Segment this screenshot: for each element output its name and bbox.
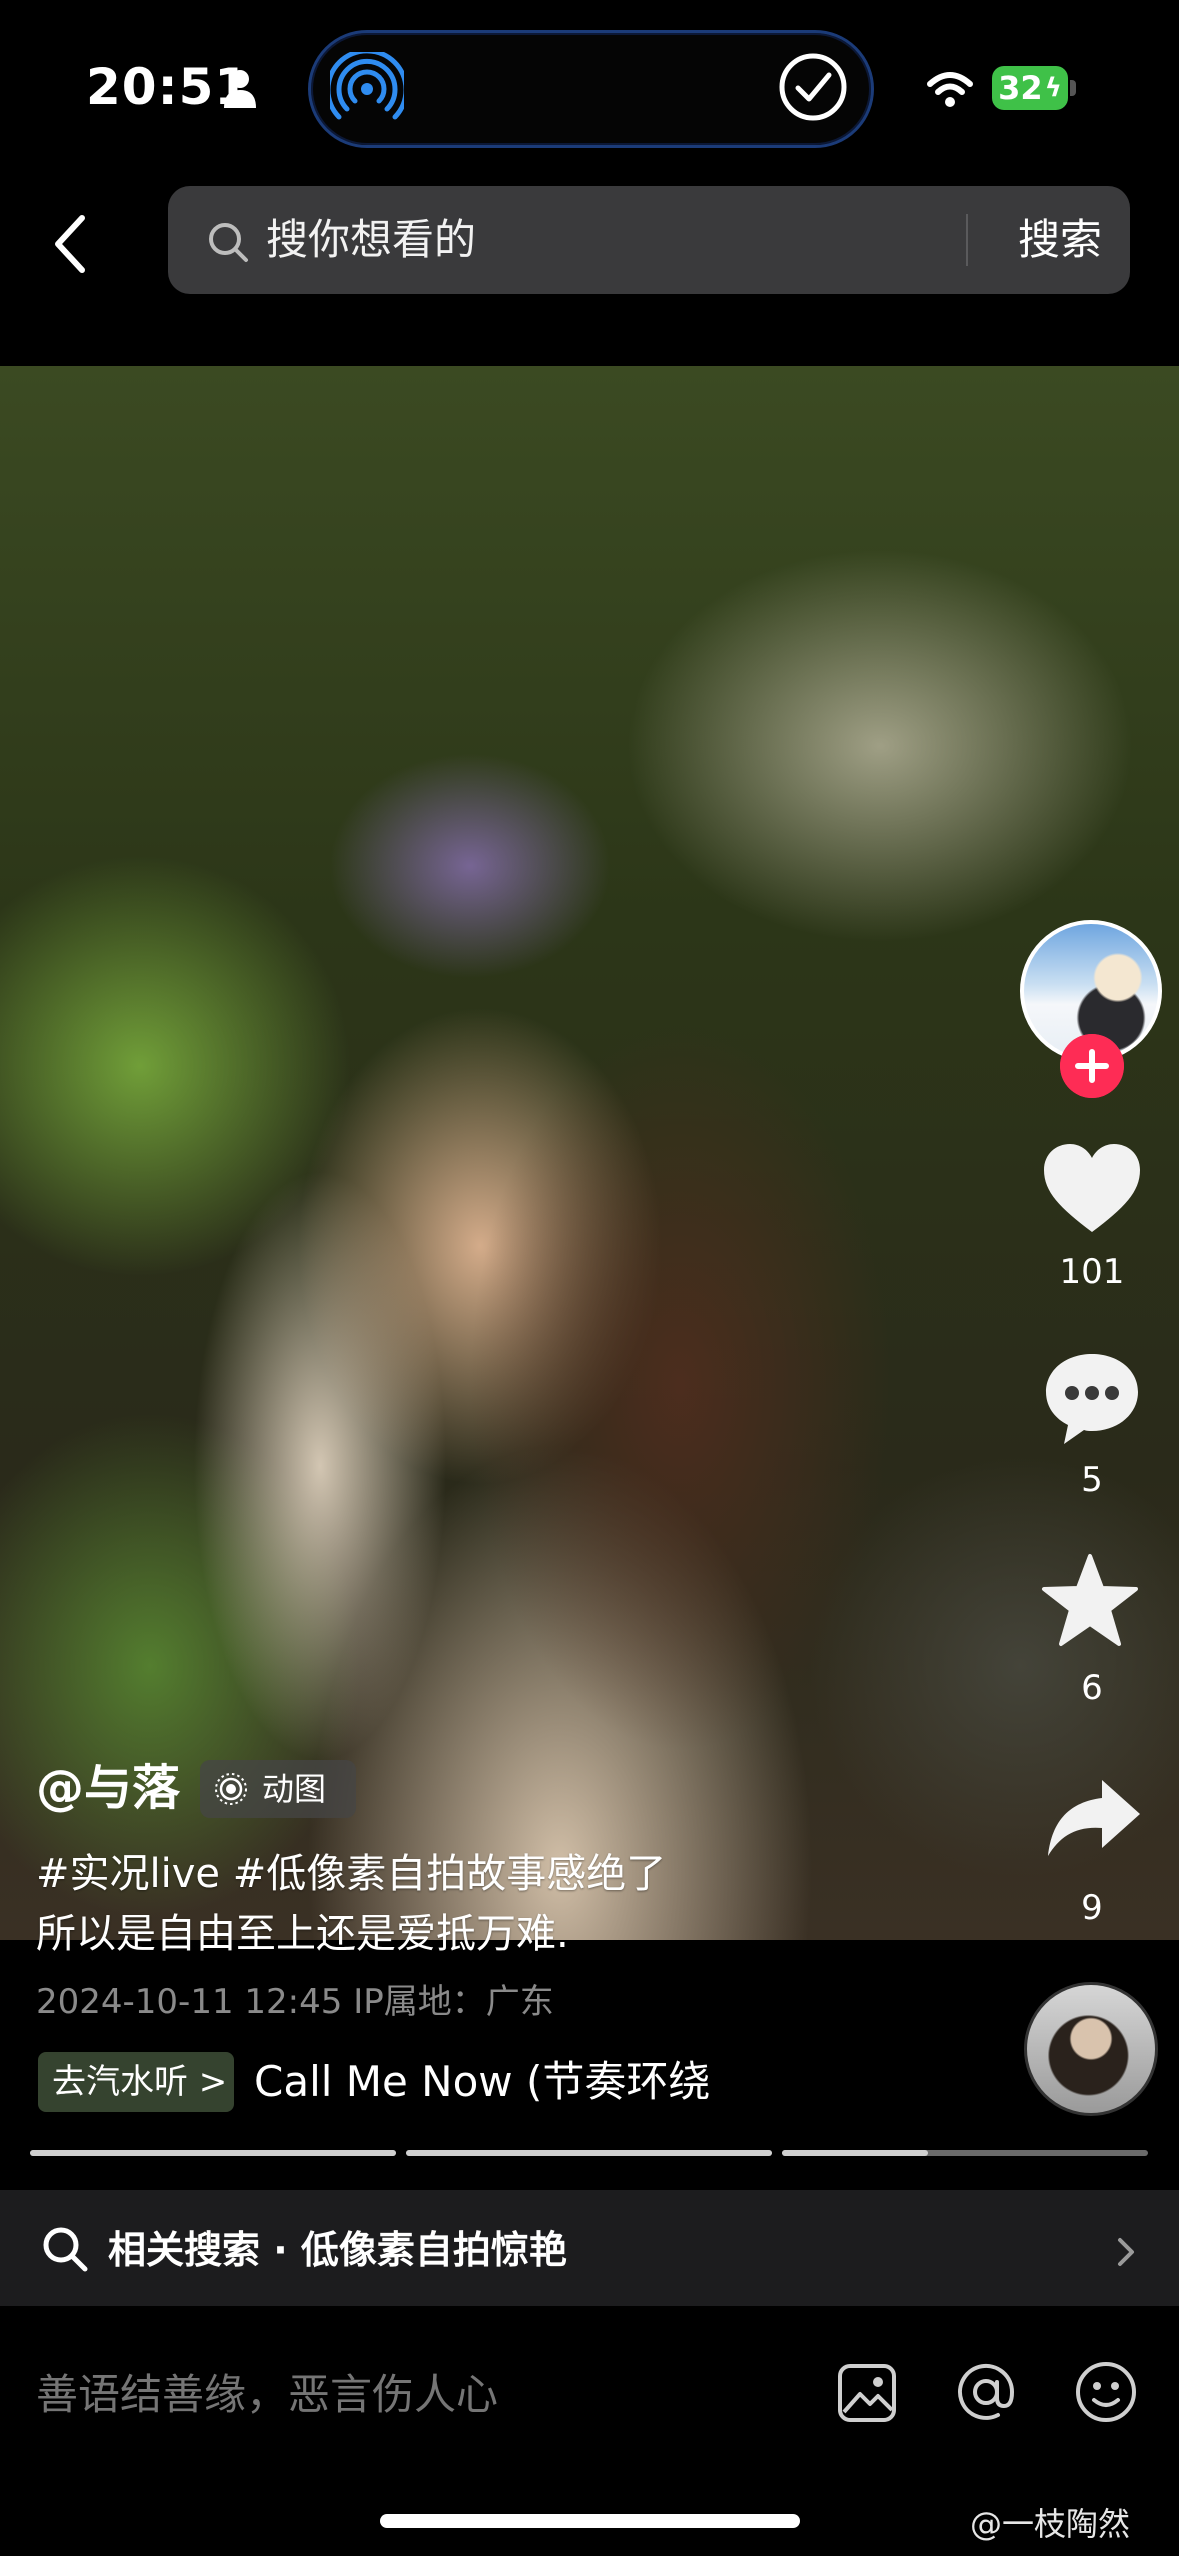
person-icon: [224, 70, 256, 108]
post-meta: 2024-10-11 12:45 IP属地：广东: [36, 1982, 554, 2022]
search-icon: [43, 2227, 88, 2272]
progress-fill-2: [406, 2150, 772, 2156]
search-divider: [966, 214, 968, 266]
image-icon[interactable]: [836, 2362, 898, 2424]
music-title[interactable]: Call Me Now (节奏环绕: [254, 2052, 724, 2112]
comment-input[interactable]: [36, 2360, 796, 2430]
check-icon: [779, 53, 847, 121]
live-photo-label: 动图: [262, 1770, 327, 1808]
related-search-text[interactable]: 相关搜索 · 低像素自拍惊艳: [108, 2220, 567, 2280]
battery-tip: [1070, 80, 1076, 96]
comment-count: 5: [1081, 1460, 1103, 1500]
battery-level: 32: [998, 69, 1043, 107]
share-count: 9: [1081, 1888, 1103, 1928]
post-image[interactable]: [0, 366, 1179, 1940]
progress-fill-3: [782, 2150, 929, 2156]
like-count: 101: [1059, 1252, 1125, 1292]
progress-segment-2: [406, 2150, 772, 2156]
chevron-right-icon[interactable]: [1112, 2232, 1140, 2272]
mention-icon[interactable]: [954, 2360, 1018, 2424]
follow-button[interactable]: [1060, 1034, 1124, 1098]
back-button[interactable]: [40, 204, 100, 284]
emoji-icon[interactable]: [1074, 2360, 1138, 2424]
comment-icon[interactable]: [1040, 1348, 1144, 1448]
charging-icon: ϟ: [1044, 73, 1062, 103]
wifi-icon: [927, 72, 973, 107]
caption-hashtags[interactable]: #实况live #低像素自拍故事感绝了: [36, 1846, 666, 1902]
music-disc[interactable]: [1024, 1982, 1158, 2116]
search-input[interactable]: 搜你想看的: [266, 210, 476, 270]
progress-segment-1: [30, 2150, 396, 2156]
heart-icon[interactable]: [1040, 1140, 1144, 1236]
broadcast-icon: [330, 52, 404, 120]
live-photo-icon: [215, 1773, 247, 1805]
share-icon[interactable]: [1044, 1776, 1144, 1860]
weibo-watermark: @一枝陶然: [970, 2505, 1131, 2543]
progress-segment-3: [782, 2150, 1148, 2156]
music-app-link[interactable]: 去汽水听 >: [38, 2052, 234, 2112]
search-icon: [209, 223, 248, 262]
caption-text: 所以是自由至上还是爱抵万难.: [36, 1911, 569, 1957]
star-icon[interactable]: [1040, 1552, 1140, 1650]
search-button[interactable]: 搜索: [990, 210, 1130, 270]
battery-indicator: 32 ϟ: [992, 66, 1068, 110]
favorite-count: 6: [1081, 1668, 1103, 1708]
author-name[interactable]: @与落: [36, 1756, 180, 1820]
progress-fill-1: [30, 2150, 396, 2156]
home-indicator[interactable]: [380, 2514, 800, 2528]
